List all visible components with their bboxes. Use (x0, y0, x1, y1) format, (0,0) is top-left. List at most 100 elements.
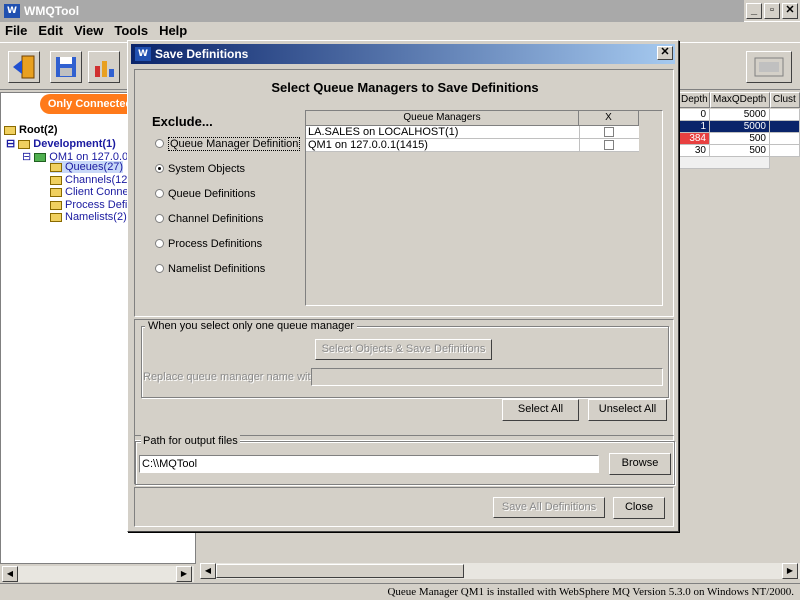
replace-qm-name-label: Replace queue manager name with (143, 371, 317, 383)
path-group-label: Path for output files (141, 435, 240, 447)
menu-help[interactable]: Help (159, 23, 187, 38)
tree-item-development[interactable]: ⊟ Development(1) (6, 137, 116, 150)
save-all-definitions-button[interactable]: Save All Definitions (493, 497, 605, 518)
queue-manager-icon (34, 152, 47, 162)
panel-icon (754, 57, 784, 77)
radio-icon (155, 189, 164, 198)
exclude-label: Exclude... (152, 114, 213, 129)
menu-view[interactable]: View (74, 23, 103, 38)
select-objects-save-button[interactable]: Select Objects & Save Definitions (315, 339, 492, 360)
qm-checkbox[interactable] (604, 140, 614, 150)
tree-item-namelists[interactable]: Namelists(2) (50, 211, 127, 223)
column-divider (579, 126, 580, 152)
tree-item-root[interactable]: Root(2) (4, 124, 58, 136)
cell-depth: 384 (678, 133, 710, 145)
exit-button[interactable] (8, 51, 40, 83)
radio-label: Channel Definitions (168, 213, 264, 225)
folder-icon (50, 162, 62, 172)
cell-cluster (770, 145, 800, 157)
close-button[interactable]: Close (613, 497, 665, 519)
restore-button[interactable]: ▫ (764, 3, 780, 19)
scroll-right-icon[interactable]: ▶ (782, 563, 798, 579)
cell-cluster (770, 121, 800, 133)
chart-icon (95, 61, 114, 77)
column-header-cluster[interactable]: Clust (770, 92, 800, 108)
menu-tools[interactable]: Tools (114, 23, 148, 38)
radio-label: System Objects (168, 163, 246, 175)
radio-namelist-definitions[interactable]: Namelist Definitions (155, 263, 265, 275)
minimize-button[interactable]: _ (746, 3, 762, 19)
tree-item-label: Development(1) (33, 138, 116, 150)
column-header-depth[interactable]: Depth (678, 92, 710, 108)
cell-cluster (770, 133, 800, 145)
titlebar-background (0, 0, 744, 22)
panel-toggle-button[interactable] (746, 51, 792, 83)
radio-label: Queue Manager Definition (168, 137, 301, 151)
cell-cluster (770, 109, 800, 121)
column-header-queue-managers[interactable]: Queue Managers (306, 111, 579, 126)
table-row[interactable]: QM1 on 127.0.0.1(1415) (306, 139, 639, 152)
queue-manager-name: QM1 on 127.0.0.1(1415) (308, 139, 428, 151)
tree-item-channels[interactable]: Channels(12) (50, 174, 131, 186)
tree-item-label: Queues(27) (65, 161, 124, 173)
folder-icon (50, 212, 62, 222)
window-titlebar: W WMQTool _ ▫ ✕ (0, 0, 800, 22)
cell-maxqdepth: 5000 (710, 109, 770, 121)
folder-icon (18, 139, 31, 149)
single-qm-panel: When you select only one queue manager S… (134, 319, 674, 441)
column-header-x[interactable]: X (579, 111, 639, 126)
folder-icon (50, 200, 62, 210)
radio-label: Process Definitions (168, 238, 263, 250)
tree-item-label: Namelists(2) (65, 211, 127, 223)
scroll-left-icon[interactable]: ◀ (200, 563, 216, 579)
cell-depth: 0 (678, 109, 710, 121)
radio-queue-definitions[interactable]: Queue Definitions (155, 188, 255, 200)
output-path-field[interactable]: C:\\MQTool (139, 455, 599, 473)
table-row[interactable]: LA.SALES on LOCALHOST(1) (306, 126, 639, 139)
radio-channel-definitions[interactable]: Channel Definitions (155, 213, 263, 225)
scroll-thumb[interactable] (216, 564, 464, 578)
cell-maxqdepth: 5000 (710, 121, 770, 133)
dialog-titlebar: W Save Definitions ✕ (131, 44, 675, 64)
cell-maxqdepth: 500 (710, 133, 770, 145)
queue-table: Depth MaxQDepth Clust 0 5000 1 5000 384 … (678, 92, 800, 172)
radio-process-definitions[interactable]: Process Definitions (155, 238, 262, 250)
menu-file[interactable]: File (5, 23, 27, 38)
selection-panel: Select Queue Managers to Save Definition… (134, 69, 674, 317)
table-empty-row (678, 157, 770, 169)
radio-icon (155, 239, 164, 248)
radio-label: Queue Definitions (168, 188, 256, 200)
dialog-logo-icon: W (135, 47, 151, 61)
only-connected-button[interactable]: Only Connected (40, 94, 140, 114)
dialog-close-icon[interactable]: ✕ (657, 46, 673, 60)
scroll-left-icon[interactable]: ◀ (2, 566, 18, 582)
menu-edit[interactable]: Edit (38, 23, 63, 38)
dialog-heading: Select Queue Managers to Save Definition… (271, 80, 539, 95)
radio-icon (155, 214, 164, 223)
replace-qm-name-field[interactable] (311, 368, 663, 386)
close-window-button[interactable]: ✕ (782, 3, 798, 19)
qm-checkbox[interactable] (604, 127, 614, 137)
radio-queue-manager-definition[interactable]: Queue Manager Definition (155, 137, 301, 151)
tree-item-label: Channels(12) (65, 174, 132, 186)
folder-icon (50, 175, 62, 185)
chart-toolbar-button[interactable] (88, 51, 120, 83)
app-title: WMQTool (24, 4, 80, 18)
select-all-button[interactable]: Select All (502, 399, 579, 421)
single-qm-group (141, 326, 669, 398)
tree-item-queues[interactable]: Queues(27) (50, 161, 124, 173)
dialog-title: Save Definitions (155, 47, 249, 61)
browse-button[interactable]: Browse (609, 453, 671, 475)
single-qm-group-label: When you select only one queue manager (145, 320, 358, 332)
tree-item-label: Root(2) (19, 124, 58, 136)
unselect-all-button[interactable]: Unselect All (588, 399, 667, 421)
tree-horizontal-scrollbar[interactable] (2, 566, 194, 582)
radio-system-objects[interactable]: System Objects (155, 163, 245, 175)
radio-icon (155, 264, 164, 273)
save-toolbar-button[interactable] (50, 51, 82, 83)
cell-maxqdepth: 500 (710, 145, 770, 157)
app-logo-icon: W (4, 4, 20, 18)
radio-label: Namelist Definitions (168, 263, 266, 275)
scroll-right-icon[interactable]: ▶ (176, 566, 192, 582)
column-header-maxqdepth[interactable]: MaxQDepth (710, 92, 770, 108)
